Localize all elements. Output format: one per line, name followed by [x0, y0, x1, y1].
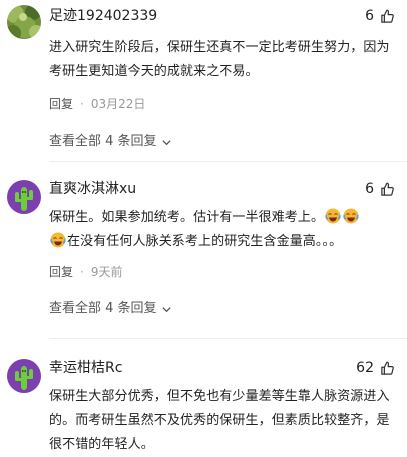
divider — [49, 161, 407, 162]
like-button[interactable]: 6 — [365, 7, 395, 25]
comment-text: 保研生。如果参加统考。估计有一半很难考上。在没有任何人脉关系考上的研究生含金量高… — [49, 206, 395, 254]
crying-laughing-emoji-icon — [50, 232, 66, 248]
comment-item: 幸运柑桔Rc 62 保研生大部分优秀，但不免也有少量差等生靠人脉资源进入的。而考… — [0, 359, 407, 457]
thumbs-up-icon — [381, 182, 394, 196]
like-count: 6 — [365, 181, 374, 197]
reply-button[interactable]: 回复 — [49, 96, 73, 112]
thumbs-up-icon — [381, 9, 394, 23]
comment-item: 直爽冰淇淋xu 6 保研生。如果参加统考。估计有一半很难考上。在没有任何人脉关系… — [0, 180, 407, 318]
avatar[interactable] — [7, 180, 41, 214]
view-all-label: 查看全部 4 条回复 — [49, 301, 157, 316]
comment-meta: 回复 · 9天前 — [49, 264, 395, 280]
view-all-replies-button[interactable]: 查看全部 4 条回复 — [49, 300, 395, 318]
separator-dot: · — [80, 97, 84, 111]
comment-text-part: 保研生。如果参加统考。估计有一半很难考上。 — [49, 210, 325, 225]
comment-meta: 回复 · 03月22日 — [49, 96, 395, 112]
avatar[interactable] — [7, 5, 41, 39]
timestamp: 9天前 — [90, 265, 123, 279]
like-button[interactable]: 62 — [356, 359, 395, 377]
view-all-replies-button[interactable]: 查看全部 4 条回复 — [49, 133, 395, 151]
username[interactable]: 直爽冰淇淋xu — [49, 180, 395, 198]
thumbs-up-icon — [381, 361, 394, 375]
like-count: 6 — [365, 8, 374, 24]
reply-button[interactable]: 回复 — [49, 264, 73, 280]
chevron-down-icon — [161, 139, 171, 145]
comment-text: 保研生大部分优秀，但不免也有少量差等生靠人脉资源进入的。而考研生虽然不及优秀的保… — [49, 389, 390, 452]
view-all-label: 查看全部 4 条回复 — [49, 134, 157, 149]
like-button[interactable]: 6 — [365, 180, 395, 198]
username[interactable]: 足迹192402339 — [49, 7, 395, 25]
comment-text: 进入研究生阶段后，保研生还真不一定比考研生努力，因为考研生更知道今天的成就来之不… — [49, 40, 390, 79]
avatar[interactable] — [7, 359, 41, 393]
username[interactable]: 幸运柑桔Rc — [49, 359, 395, 377]
timestamp: 03月22日 — [90, 97, 146, 111]
like-count: 62 — [356, 360, 374, 376]
divider — [49, 338, 407, 339]
chevron-down-icon — [161, 306, 171, 312]
comment-item: 足迹192402339 6 进入研究生阶段后，保研生还真不一定比考研生努力，因为… — [0, 0, 407, 151]
crying-laughing-emoji-icon — [343, 208, 359, 224]
separator-dot: · — [80, 265, 84, 279]
crying-laughing-emoji-icon — [325, 208, 341, 224]
comment-text-part: 在没有任何人脉关系考上的研究生含金量高。。。 — [67, 234, 343, 249]
